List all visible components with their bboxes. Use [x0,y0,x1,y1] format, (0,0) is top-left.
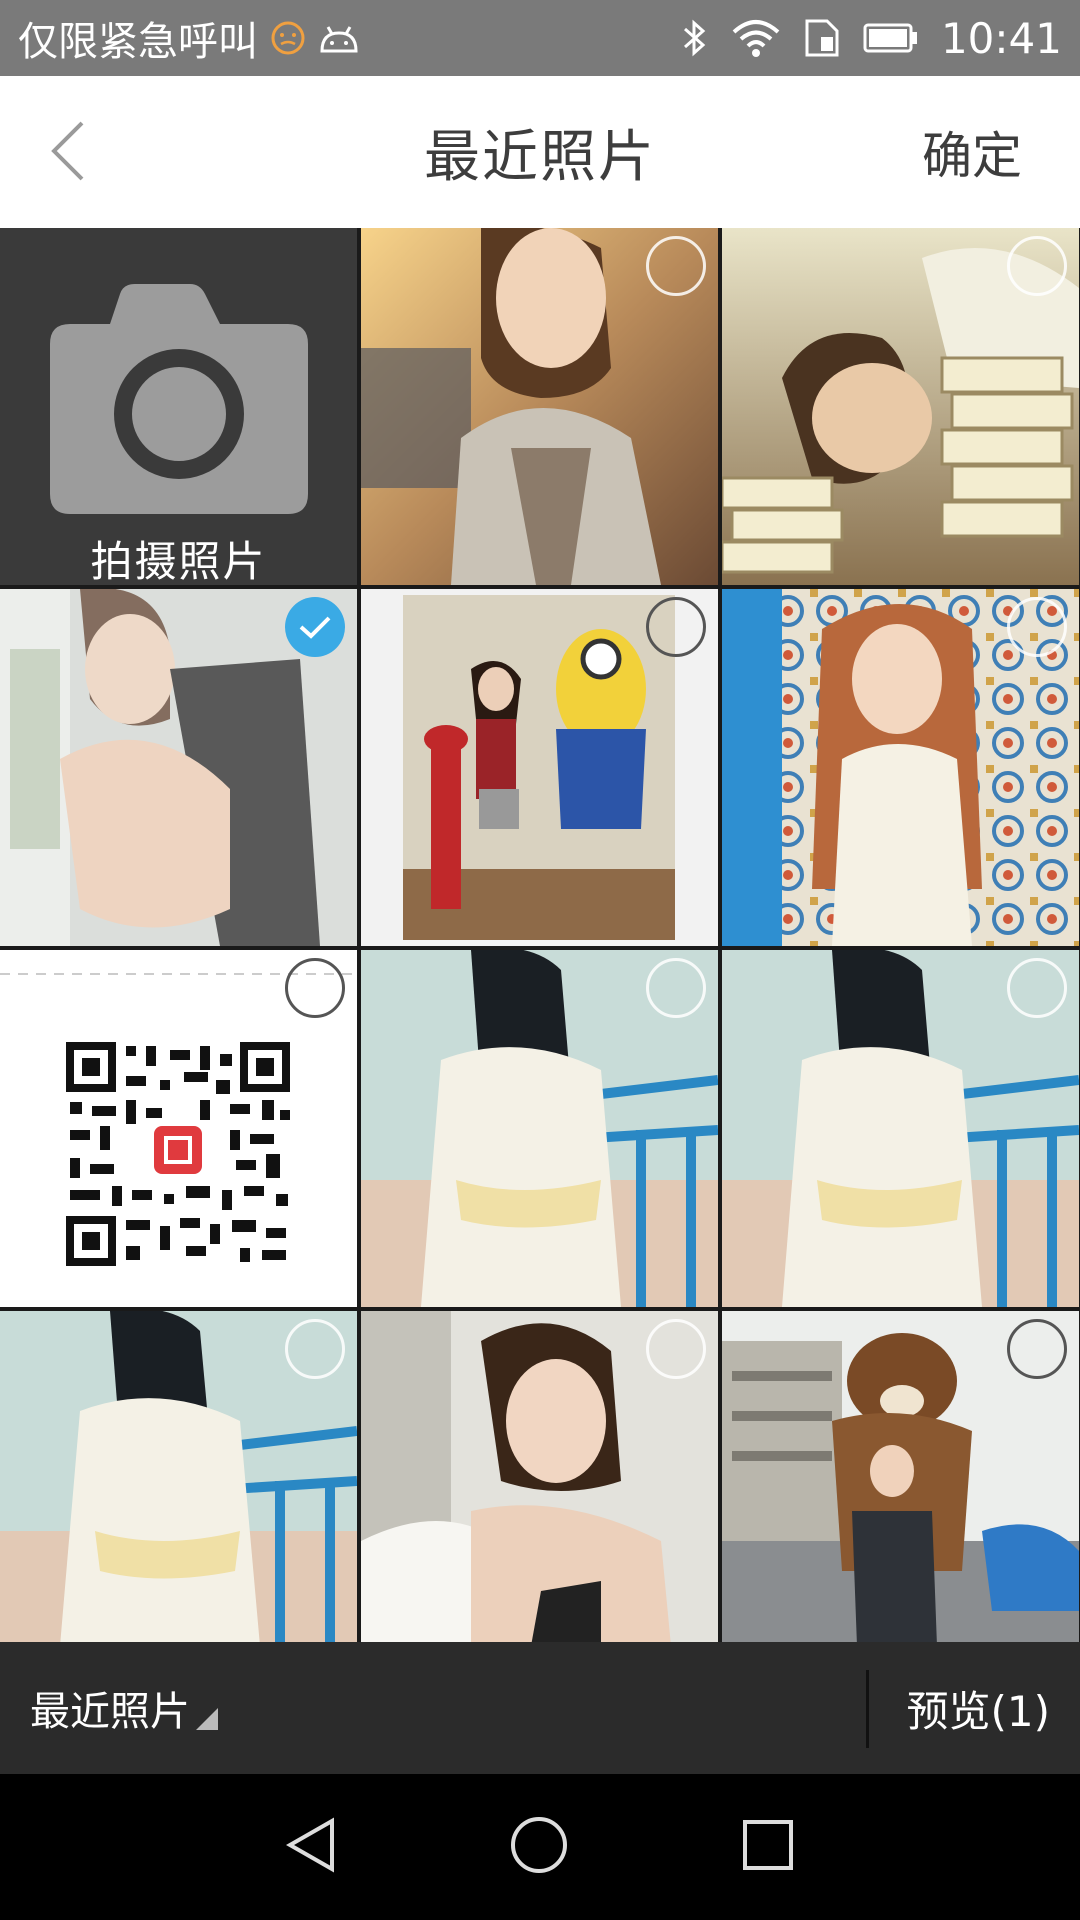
bluetooth-icon [681,17,709,59]
bottom-bar: 最近照片 预览(1) [0,1642,1080,1774]
select-checkbox[interactable] [646,1319,706,1379]
take-photo-label: 拍摄照片 [90,537,267,585]
take-photo-tile[interactable]: 拍摄照片 [0,228,357,585]
page-title: 最近照片 [424,124,656,190]
album-label: 最近照片 [30,1689,190,1735]
select-checkbox[interactable] [646,958,706,1018]
android-icon [318,21,360,55]
photo-grid: 拍摄照片 [0,228,1080,1646]
photo-thumbnail[interactable] [361,228,718,585]
circle-home-icon [510,1817,567,1873]
select-checkbox[interactable] [285,1319,345,1379]
status-time: 10:41 [940,13,1062,63]
nav-recents-button[interactable] [742,1819,794,1875]
wifi-icon [731,18,781,58]
select-checkbox[interactable] [1007,236,1067,296]
square-recents-icon [742,1820,793,1870]
photo-thumbnail[interactable] [722,228,1079,585]
photo-thumbnail[interactable] [361,950,718,1307]
album-selector[interactable]: 最近照片 [30,1642,218,1774]
checkmark-icon [299,616,331,639]
nav-back-button[interactable] [286,1817,336,1877]
status-right: 10:41 [681,14,1062,63]
dropdown-triangle-icon [196,1708,218,1730]
sim-icon [803,17,841,59]
select-checkbox-checked[interactable] [285,597,345,657]
photo-thumbnail[interactable] [361,589,718,946]
confirm-button[interactable]: 确定 [922,76,1022,228]
preview-button[interactable]: 预览(1) [907,1642,1051,1774]
select-checkbox[interactable] [1007,958,1067,1018]
select-checkbox[interactable] [646,236,706,296]
header: 最近照片 确定 [0,76,1080,229]
photo-thumbnail[interactable] [361,1311,718,1646]
photo-thumbnail[interactable] [722,589,1079,946]
navigation-bar [0,1774,1080,1920]
status-bar: 仅限紧急呼叫 10:41 [0,0,1080,76]
carrier-text: 仅限紧急呼叫 [18,19,258,65]
photo-thumbnail[interactable] [722,1311,1079,1646]
select-checkbox[interactable] [646,597,706,657]
triangle-back-icon [286,1817,335,1873]
photo-thumbnail[interactable] [0,1311,357,1646]
photo-thumbnail[interactable] [0,950,357,1307]
select-checkbox[interactable] [285,958,345,1018]
divider [866,1670,869,1748]
battery-icon [863,22,919,54]
photo-thumbnail[interactable] [722,950,1079,1307]
select-checkbox[interactable] [1007,597,1067,657]
status-left: 仅限紧急呼叫 [18,9,360,67]
nav-home-button[interactable] [509,1815,569,1879]
camera-icon [49,284,308,518]
select-checkbox[interactable] [1007,1319,1067,1379]
photo-thumbnail[interactable] [0,589,357,946]
face-icon [270,20,306,56]
